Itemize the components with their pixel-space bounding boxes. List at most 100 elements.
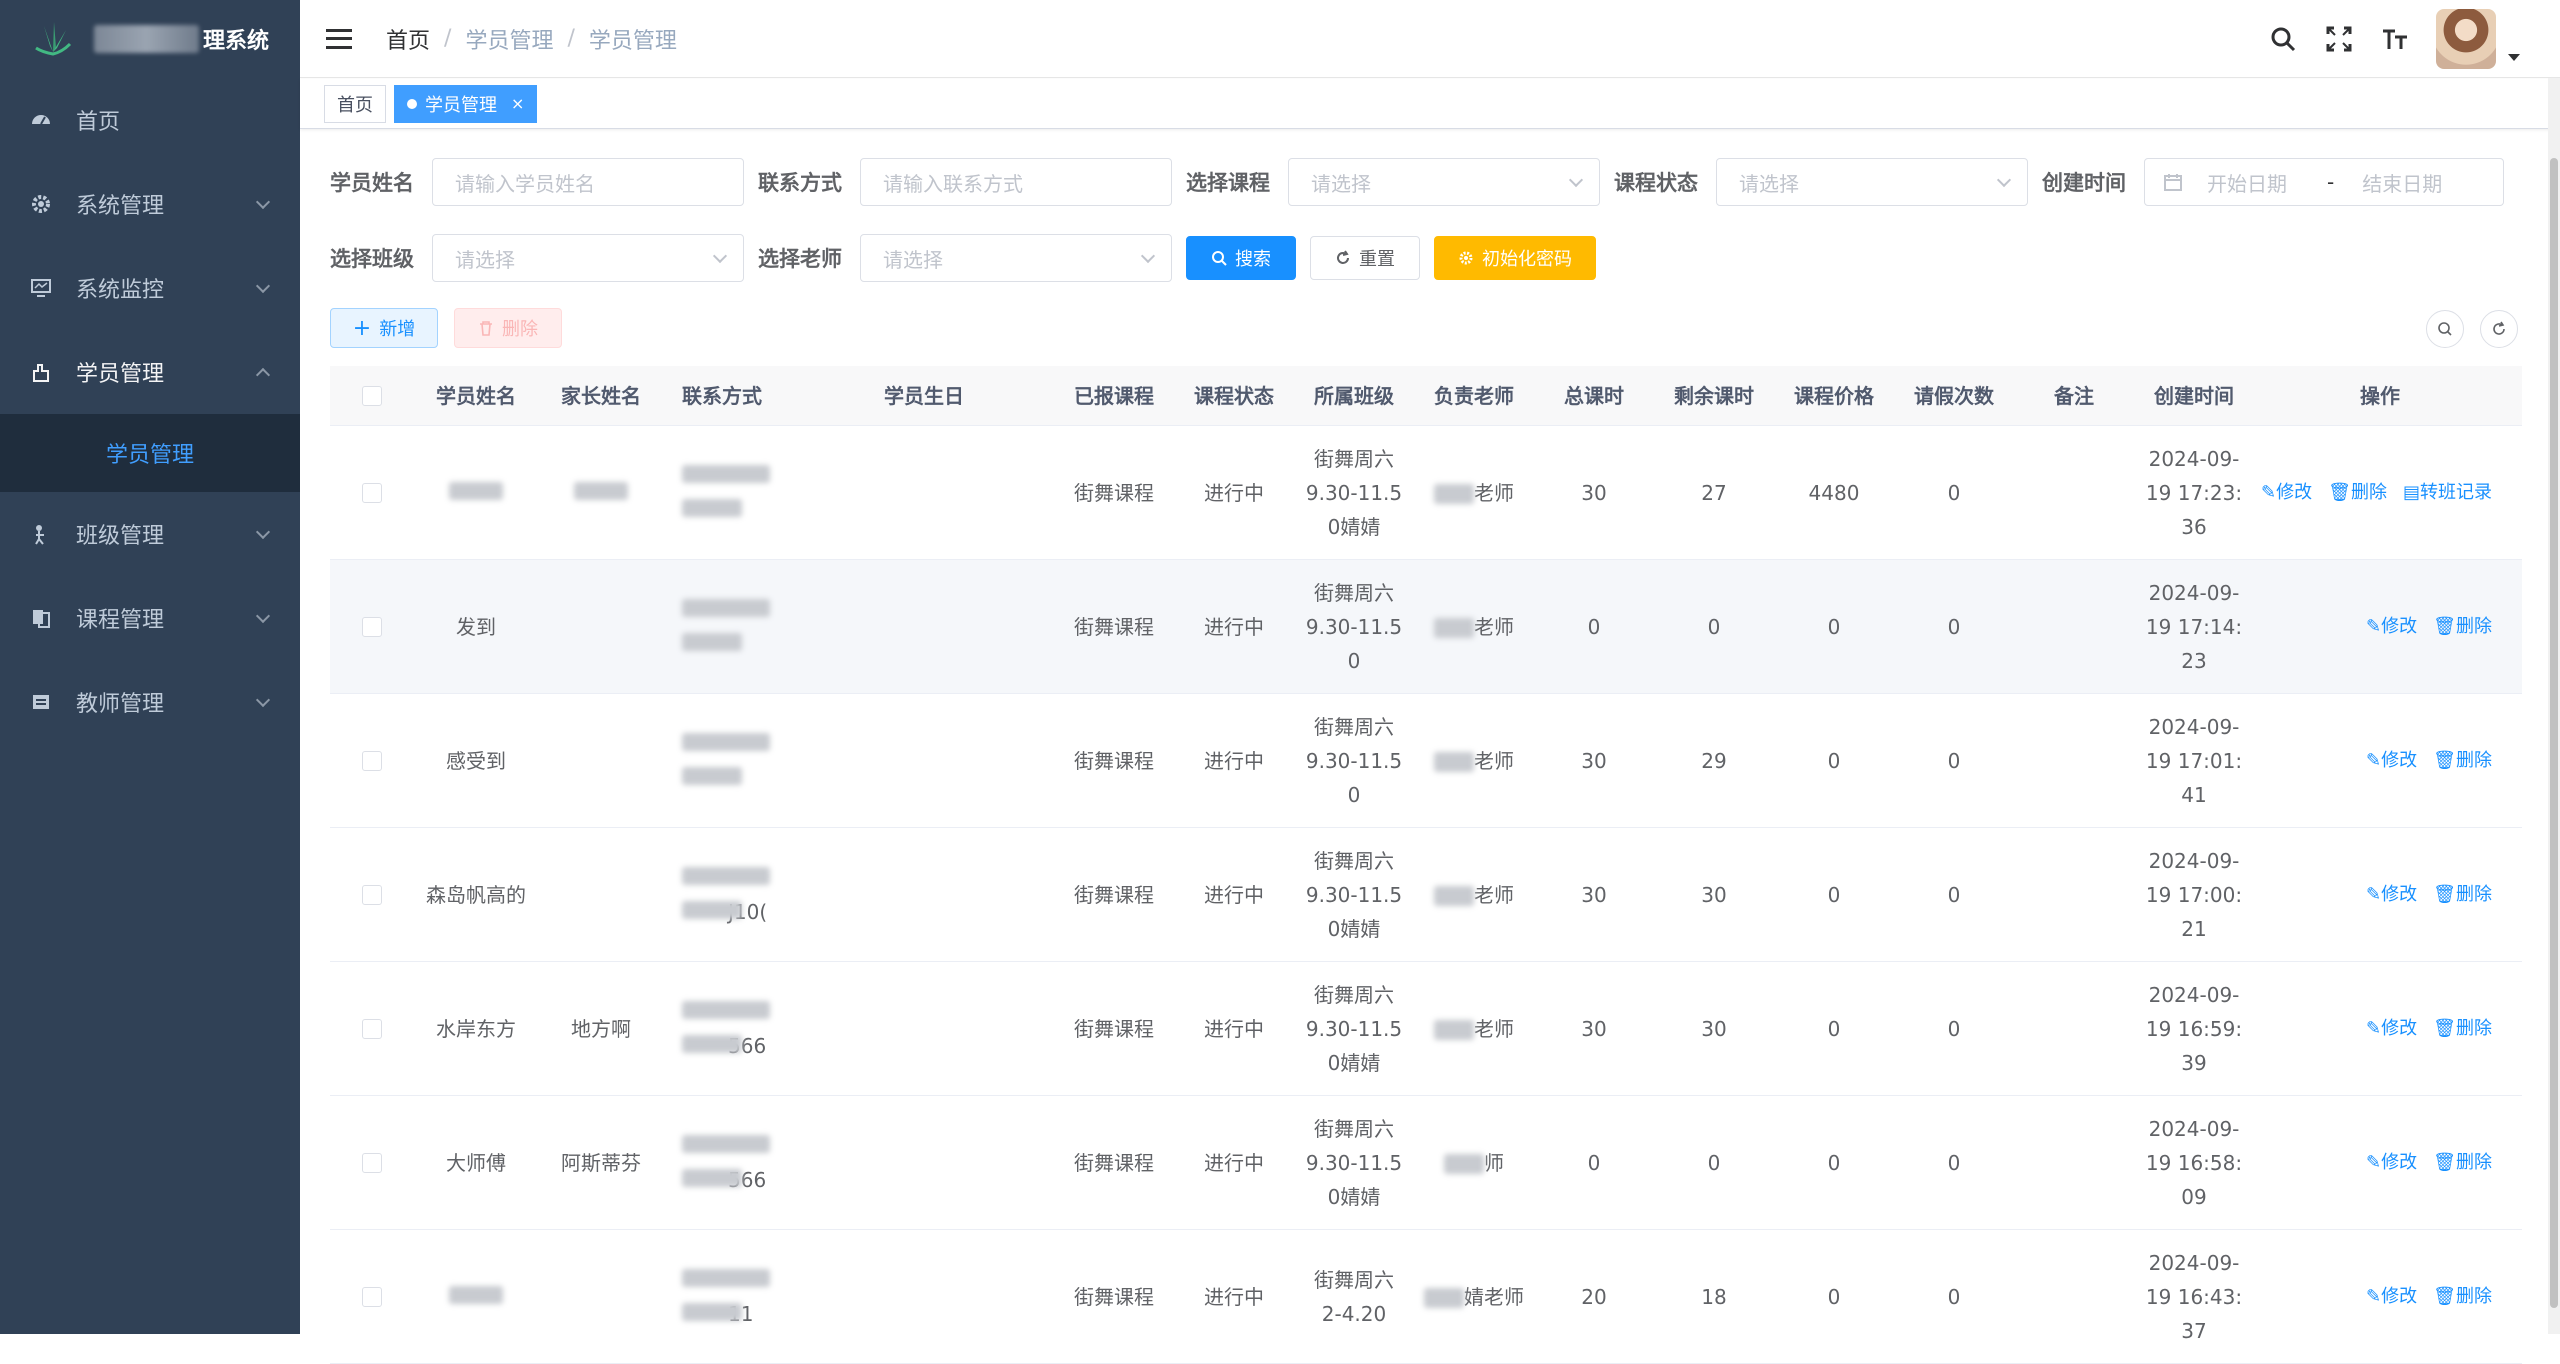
edit-icon: ✎ [2366, 1285, 2382, 1307]
course-status-select[interactable]: 请选择 [1716, 158, 2028, 206]
edit-link[interactable]: ✎修改 [2366, 878, 2417, 912]
table-row[interactable]: 11 街舞课程 进行中 街舞周六 2-4.20 婧老师 20 18 0 0 2024-09- 19 1… [330, 1230, 2522, 1364]
cell-student-name [414, 476, 538, 510]
avatar[interactable] [2436, 9, 2496, 69]
cell-contact [664, 593, 794, 661]
init-password-button[interactable]: 初始化密码 [1434, 236, 1596, 280]
redacted-block [682, 1034, 742, 1053]
delete-link[interactable]: 🗑删除 [2433, 1012, 2492, 1046]
cell-text: 师 [1484, 1150, 1504, 1175]
cell-operations: ✎修改 🗑删除 [2254, 610, 2506, 644]
edit-link[interactable]: ✎修改 [2261, 476, 2312, 510]
row-checkbox[interactable] [362, 1018, 382, 1039]
cell-created-time: 2024-09- 19 16:59: 39 [2134, 978, 2254, 1080]
sidebar-item-classes[interactable]: 班级管理 [0, 492, 300, 576]
search-icon[interactable] [2268, 24, 2298, 54]
placeholder: 请输入学员姓名 [455, 171, 595, 196]
column-header: 联系方式 [682, 383, 762, 408]
breadcrumb-home[interactable]: 首页 [386, 23, 430, 55]
edit-link[interactable]: ✎修改 [2366, 610, 2417, 644]
select-all-checkbox[interactable] [362, 385, 382, 406]
font-size-icon[interactable] [2380, 24, 2410, 54]
sidebar-item-students[interactable]: 学员管理 [0, 330, 300, 414]
table-row[interactable]: 森岛帆高的 J10(街舞课程 进行中 街舞周六 9.30-11.5 0婧婧 老师 30 30 0 0… [330, 828, 2522, 962]
edit-link[interactable]: ✎修改 [2366, 1012, 2417, 1046]
label-created-time: 创建时间 [2042, 171, 2126, 195]
table-row[interactable]: 大师傅 阿斯蒂芬 566 街舞课程 进行中 街舞周六 9.30-11.5 0婧婧 师 0 0 0 0 20… [330, 1096, 2522, 1230]
row-checkbox[interactable] [362, 884, 382, 905]
tag-student-management[interactable]: 学员管理 × [394, 84, 538, 123]
trash-icon [480, 321, 492, 336]
edit-link[interactable]: ✎修改 [2366, 1280, 2417, 1314]
transfer-record-link[interactable]: ▤转班记录 [2403, 476, 2492, 510]
start-date-input[interactable]: 开始日期 [2207, 168, 2287, 197]
toggle-search-button[interactable] [2426, 310, 2464, 348]
created-time-range[interactable]: 开始日期 - 结束日期 [2144, 158, 2504, 206]
edit-icon: ✎ [2366, 883, 2382, 905]
active-dot-icon [407, 98, 417, 109]
table-row[interactable]: 水岸东方 地方啊 566 街舞课程 进行中 街舞周六 9.30-11.5 0婧婧 老师 30 30 0… [330, 962, 2522, 1096]
delete-button[interactable]: 删除 [454, 308, 562, 348]
delete-link[interactable]: 🗑删除 [2433, 610, 2492, 644]
delete-link[interactable]: 🗑删除 [2328, 476, 2387, 510]
row-checkbox[interactable] [362, 482, 382, 503]
delete-link[interactable]: 🗑删除 [2433, 878, 2492, 912]
cell-teacher: 老师 [1414, 878, 1534, 912]
redacted-block [682, 732, 770, 751]
contact-input[interactable]: 请输入联系方式 [860, 158, 1172, 206]
row-checkbox[interactable] [362, 616, 382, 637]
sidebar-item-courses[interactable]: 课程管理 [0, 576, 300, 660]
row-checkbox[interactable] [362, 1152, 382, 1173]
delete-link[interactable]: 🗑删除 [2433, 744, 2492, 778]
table-row[interactable]: 街舞课程 进行中 街舞周六 9.30-11.5 0婧婧 老师 30 27 4480 0 2024-0… [330, 426, 2522, 560]
submenu-item-student-management[interactable]: 学员管理 [0, 414, 300, 492]
search-button[interactable]: 搜索 [1186, 236, 1296, 280]
column-header: 学员姓名 [436, 383, 516, 408]
breadcrumb-student-management: 学员管理 [465, 28, 554, 54]
delete-link[interactable]: 🗑删除 [2433, 1146, 2492, 1180]
cell-leave-count: 0 [1947, 882, 1961, 907]
reset-button[interactable]: 重置 [1310, 236, 1420, 280]
chevron-down-icon [255, 524, 271, 540]
end-date-input[interactable]: 结束日期 [2362, 168, 2442, 197]
sidebar-item-monitor[interactable]: 系统监控 [0, 246, 300, 330]
cell-line: 19 16:59: [2145, 1016, 2243, 1041]
vertical-scrollbar[interactable] [2548, 78, 2560, 1334]
cell-class: 街舞周六 2-4.20 [1294, 1263, 1414, 1331]
teacher-select[interactable]: 请选择 [860, 234, 1172, 282]
table-row[interactable]: 发到 街舞课程 进行中 街舞周六 9.30-11.5 0 老师 0 0 0 0 2024-09- 19 … [330, 560, 2522, 694]
hamburger-icon[interactable] [326, 26, 352, 52]
cell-line: 37 [2181, 1318, 2207, 1343]
button-label: 重置 [1359, 249, 1395, 270]
cell-line: 2024-09- [2148, 982, 2240, 1007]
close-icon[interactable]: × [511, 94, 524, 113]
caret-down-icon[interactable] [2508, 53, 2520, 61]
sidebar-item-home[interactable]: 首页 [0, 78, 300, 162]
row-checkbox[interactable] [362, 750, 382, 771]
chevron-up-icon [255, 367, 271, 383]
fullscreen-icon[interactable] [2324, 24, 2354, 54]
sidebar-item-label: 学员管理 [76, 362, 165, 387]
link-label: 修改 [2276, 481, 2313, 503]
sidebar-item-teachers[interactable]: 教师管理 [0, 660, 300, 744]
add-button[interactable]: + 新增 [330, 308, 438, 348]
class-select[interactable]: 请选择 [432, 234, 744, 282]
delete-link[interactable]: 🗑删除 [2433, 1280, 2492, 1314]
redacted-block [449, 1285, 503, 1304]
course-select[interactable]: 请选择 [1288, 158, 1600, 206]
cell-student-name: 发到 [414, 610, 538, 644]
cell-text: 老师 [1474, 748, 1514, 773]
refresh-button[interactable] [2480, 310, 2518, 348]
student-name-input[interactable]: 请输入学员姓名 [432, 158, 744, 206]
search-icon [1212, 251, 1227, 266]
table-row[interactable]: 感受到 街舞课程 进行中 街舞周六 9.30-11.5 0 老师 30 29 0 0 2024-09-… [330, 694, 2522, 828]
chevron-down-icon [255, 692, 271, 708]
edit-link[interactable]: ✎修改 [2366, 1146, 2417, 1180]
placeholder: 请选择 [1311, 171, 1371, 196]
row-checkbox[interactable] [362, 1286, 382, 1307]
cell-course-status: 进行中 [1204, 1150, 1264, 1175]
edit-link[interactable]: ✎修改 [2366, 744, 2417, 778]
tag-home[interactable]: 首页 [324, 84, 386, 123]
sidebar-item-system[interactable]: 系统管理 [0, 162, 300, 246]
scrollbar-thumb[interactable] [2550, 158, 2558, 1308]
